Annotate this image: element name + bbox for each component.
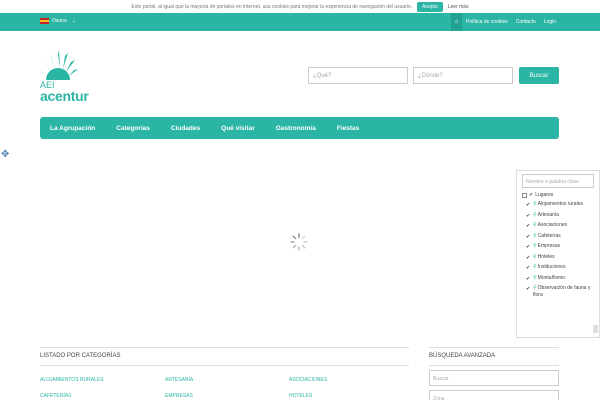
cookie-read-more-link[interactable]: Leer más [448,4,469,10]
loading-spinner-icon [290,233,308,251]
search-button[interactable]: Buscar [519,67,559,84]
category-link[interactable]: CAFETERÍAS [40,393,71,399]
contact-link[interactable]: Contacto [512,19,540,25]
keyword-input[interactable]: Nombre o palabra clave [522,174,594,188]
categories-title: LISTADO POR CATEGORÍAS [40,353,121,359]
move-icon[interactable]: ✥ [1,150,11,160]
divider [429,347,559,348]
logo-name: acentur [40,88,89,104]
collapse-icon[interactable] [522,192,527,198]
category-link[interactable]: ARTESANÍA [165,377,193,383]
map-pin-icon: ⚲ [533,211,537,218]
tree-item[interactable]: ✔ ⚲Cafeterías [522,233,592,240]
map-pin-icon: ⚲ [533,232,537,239]
tree-root-label: Lugares [535,192,554,198]
cookie-bar: Este portal, al igual que la mayoría de … [0,0,600,13]
tree-item[interactable]: ✔ ⚲Observación de fauna y flora [522,285,592,298]
flag-icon [40,18,49,24]
cookie-policy-link[interactable]: Política de cookies [462,19,512,25]
map-pin-icon: ⚲ [533,274,537,281]
chevron-down-icon: ⌄ [71,18,76,24]
category-link[interactable]: EMPRESAS [165,393,193,399]
nav-item-ciudades[interactable]: Ciudades [171,125,200,132]
login-link[interactable]: Login [540,19,560,25]
map-pin-icon: ⚲ [533,253,537,260]
map-filter-panel: Nombre o palabra clave ✔ Lugares ✔ ⚲Aloja… [516,170,600,338]
tree-item[interactable]: ✔ ⚲Hoteles [522,254,592,261]
language-label: Osuna [52,18,67,24]
tree-item[interactable]: ✔ ⚲Montañismo [522,275,592,282]
divider [40,347,409,348]
nav-item-fiestas[interactable]: Fiestas [337,125,359,132]
nav-item-gastronomia[interactable]: Gastronomía [276,125,316,132]
page: Este portal, al igual que la mayoría de … [0,0,600,400]
scrollbar[interactable] [593,325,598,333]
cookie-accept-button[interactable]: Acepto [417,1,443,12]
map-pin-icon: ⚲ [533,243,537,249]
language-selector[interactable]: Osuna ⌄ [40,18,76,24]
home-icon[interactable]: ⌂ [451,13,463,31]
advanced-zone-input[interactable]: Zona [429,390,559,400]
search-where-input[interactable]: ¿Dónde? [413,67,513,84]
main-nav: La Agrupación Categorías Ciudades Qué vi… [40,117,559,139]
top-bar: Osuna ⌄ ⌂ Política de cookies Contacto L… [0,13,600,31]
map-pin-icon: ⚲ [533,222,537,228]
map-pin-icon: ⚲ [533,264,537,270]
tree-root[interactable]: ✔ Lugares [522,192,592,198]
nav-item-categorias[interactable]: Categorías [116,125,150,132]
nav-item-que-visitar[interactable]: Qué visitar [221,125,255,132]
category-link[interactable]: ASOCIACIONES [289,377,327,383]
site-logo[interactable]: AEI acentur [40,50,96,105]
tree-item[interactable]: ✔ ⚲Empresas [522,243,592,250]
divider [40,365,409,366]
search-what-input[interactable]: ¿Qué? [308,67,408,84]
tree-item[interactable]: ✔ ⚲Asociaciones [522,222,592,229]
cookie-message: Este portal, al igual que la mayoría de … [131,3,413,10]
nav-item-agrupacion[interactable]: La Agrupación [50,125,95,132]
map-pin-icon: ⚲ [533,285,537,291]
advanced-search-input[interactable]: Buscar [429,370,559,386]
tree-item[interactable]: ✔ ⚲Artesanía [522,212,592,219]
places-tree: ✔ Lugares ✔ ⚲Alojamientos rurales ✔ ⚲Artes… [522,192,592,302]
advanced-search-title: BÚSQUEDA AVANZADA [429,353,496,359]
category-link[interactable]: HOTELES [289,393,312,399]
sun-rays-icon [40,50,78,80]
tree-item[interactable]: ✔ ⚲Instituciones [522,264,592,271]
category-link[interactable]: ALOJAMIENTOS RURALES [40,377,104,383]
divider [429,365,559,366]
top-links: ⌂ Política de cookies Contacto Login [451,13,560,31]
tree-item[interactable]: ✔ ⚲Alojamientos rurales [522,201,592,208]
map-pin-icon: ⚲ [533,201,537,207]
